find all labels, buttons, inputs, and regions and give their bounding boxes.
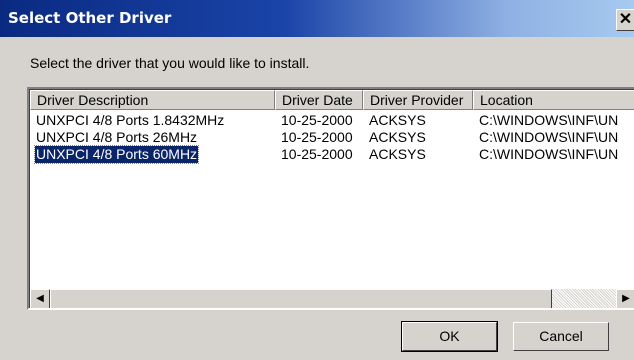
driver-provider: ACKSYS bbox=[369, 146, 426, 162]
scroll-thumb[interactable] bbox=[50, 289, 552, 308]
scroll-track[interactable] bbox=[50, 289, 616, 308]
driver-provider: ACKSYS bbox=[369, 112, 426, 128]
ok-button[interactable]: OK bbox=[401, 321, 498, 352]
column-header-provider[interactable]: Driver Provider bbox=[363, 90, 473, 110]
horizontal-scrollbar[interactable]: ◀ ▶ bbox=[30, 289, 634, 308]
column-header-date[interactable]: Driver Date bbox=[275, 90, 363, 110]
driver-description: UNXPCI 4/8 Ports 1.8432MHz bbox=[36, 112, 225, 128]
list-header: Driver Description Driver Date Driver Pr… bbox=[30, 90, 634, 110]
driver-list[interactable]: Driver Description Driver Date Driver Pr… bbox=[27, 87, 634, 310]
driver-date: 10-25-2000 bbox=[281, 146, 353, 162]
window-title: Select Other Driver bbox=[8, 9, 172, 27]
driver-provider: ACKSYS bbox=[369, 129, 426, 145]
driver-location: C:\WINDOWS\INF\UN bbox=[479, 112, 619, 128]
driver-location: C:\WINDOWS\INF\UN bbox=[479, 129, 619, 145]
close-icon: ✕ bbox=[618, 11, 633, 28]
title-bar[interactable]: Select Other Driver ✕ bbox=[0, 0, 634, 37]
scroll-left-icon: ◀ bbox=[36, 293, 44, 304]
instruction-text: Select the driver that you would like to… bbox=[30, 55, 310, 71]
column-header-description[interactable]: Driver Description bbox=[30, 90, 275, 110]
driver-description: UNXPCI 4/8 Ports 26MHz bbox=[36, 129, 198, 145]
scroll-right-icon: ▶ bbox=[622, 293, 630, 304]
driver-row[interactable]: UNXPCI 4/8 Ports 1.8432MHz 10-25-2000 AC… bbox=[30, 112, 634, 129]
driver-date: 10-25-2000 bbox=[281, 112, 353, 128]
cancel-button[interactable]: Cancel bbox=[513, 322, 609, 351]
close-button[interactable]: ✕ bbox=[616, 9, 634, 31]
driver-date: 10-25-2000 bbox=[281, 129, 353, 145]
driver-location: C:\WINDOWS\INF\UN bbox=[479, 146, 619, 162]
column-header-location[interactable]: Location bbox=[473, 90, 634, 110]
driver-row-selected[interactable]: UNXPCI 4/8 Ports 60MHz 10-25-2000 ACKSYS… bbox=[30, 145, 634, 164]
scroll-right-button[interactable]: ▶ bbox=[616, 289, 634, 308]
driver-row[interactable]: UNXPCI 4/8 Ports 26MHz 10-25-2000 ACKSYS… bbox=[30, 129, 634, 146]
scroll-left-button[interactable]: ◀ bbox=[30, 289, 50, 308]
driver-description: UNXPCI 4/8 Ports 60MHz bbox=[33, 145, 200, 164]
